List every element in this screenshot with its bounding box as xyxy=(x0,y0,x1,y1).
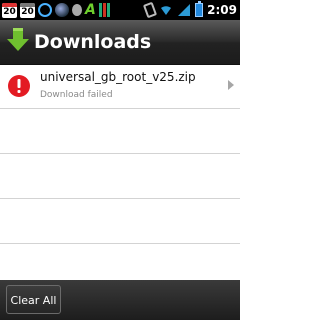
page-title: Downloads xyxy=(34,31,152,53)
downloads-list: universal_gb_root_v25.zip Download faile… xyxy=(0,65,240,289)
error-icon xyxy=(8,75,30,97)
calendar-icon: 20 xyxy=(20,2,35,18)
c-logo-icon xyxy=(38,3,52,17)
download-item[interactable]: universal_gb_root_v25.zip Download faile… xyxy=(0,65,240,109)
battery-icon xyxy=(195,1,204,17)
empty-row xyxy=(0,109,240,154)
a-logo-icon: A xyxy=(85,2,96,18)
clock: 2:09 xyxy=(207,3,237,17)
vibrate-icon xyxy=(143,1,158,19)
status-bar: 20 20 A 2:09 xyxy=(0,0,240,20)
empty-row xyxy=(0,199,240,244)
calendar-date: 20 xyxy=(3,6,16,17)
calendar-icon: 20 xyxy=(2,2,17,18)
signal-icon xyxy=(178,4,191,16)
empty-row xyxy=(0,154,240,199)
wifi-icon xyxy=(161,6,172,15)
download-status: Download failed xyxy=(40,90,113,100)
download-filename: universal_gb_root_v25.zip xyxy=(40,70,196,84)
download-arrow-icon xyxy=(7,28,29,51)
chevron-right-icon xyxy=(228,80,234,90)
drop-icon xyxy=(72,4,82,16)
title-bar: Downloads xyxy=(0,20,240,65)
swirl-icon xyxy=(55,3,69,17)
clear-all-button[interactable]: Clear All xyxy=(6,285,61,314)
bars-icon xyxy=(98,3,110,17)
bottom-bar: Clear All xyxy=(0,280,240,320)
calendar-date: 20 xyxy=(21,6,34,17)
